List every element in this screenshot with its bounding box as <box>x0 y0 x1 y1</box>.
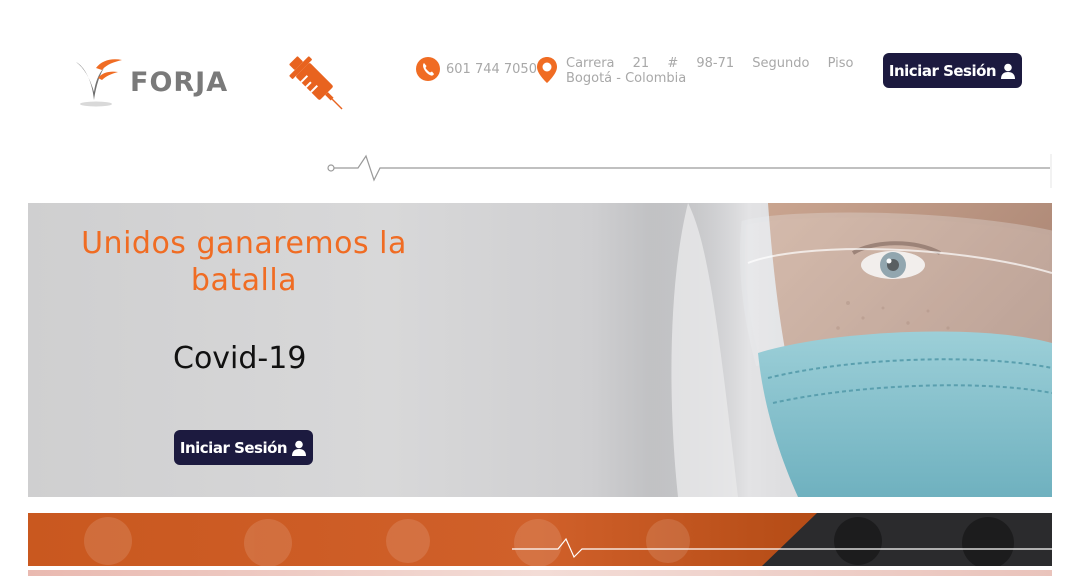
next-section-strip <box>28 570 1052 576</box>
header-login-label: Iniciar Sesión <box>888 61 997 80</box>
brand-logo[interactable]: FORJA <box>74 52 228 108</box>
logo-text: FORJA <box>130 66 229 98</box>
hero-title: Unidos ganaremos la batalla <box>81 226 407 298</box>
contact-phone[interactable]: 601 744 7050 <box>416 56 537 82</box>
phone-icon <box>416 56 440 82</box>
header-login-button[interactable]: Iniciar Sesión <box>883 53 1022 88</box>
hero-photo <box>648 203 1052 497</box>
phone-number[interactable]: 601 744 7050 <box>446 62 537 77</box>
address-line-2: Bogotá - Colombia <box>566 71 687 86</box>
header-divider-edge <box>1050 154 1052 188</box>
user-icon <box>291 440 307 456</box>
band-heartbeat-line <box>512 535 1052 561</box>
hero-login-label: Iniciar Sesión <box>179 438 288 457</box>
address-line-1: Carrera 21 # 98-71 Segundo Piso <box>566 56 854 71</box>
contact-address: Carrera 21 # 98-71 Segundo Piso Bogotá -… <box>536 56 854 86</box>
kids-banner <box>28 513 1052 566</box>
address-text: Carrera 21 # 98-71 Segundo Piso Bogotá -… <box>566 56 854 86</box>
user-icon <box>1000 63 1016 79</box>
hero-login-button[interactable]: Iniciar Sesión <box>174 430 313 465</box>
hero-subtitle: Covid-19 <box>173 341 307 376</box>
logo-mark-icon <box>74 52 124 108</box>
heartbeat-divider <box>326 150 1052 184</box>
map-pin-icon <box>536 56 560 83</box>
syringe-icon <box>282 48 354 122</box>
